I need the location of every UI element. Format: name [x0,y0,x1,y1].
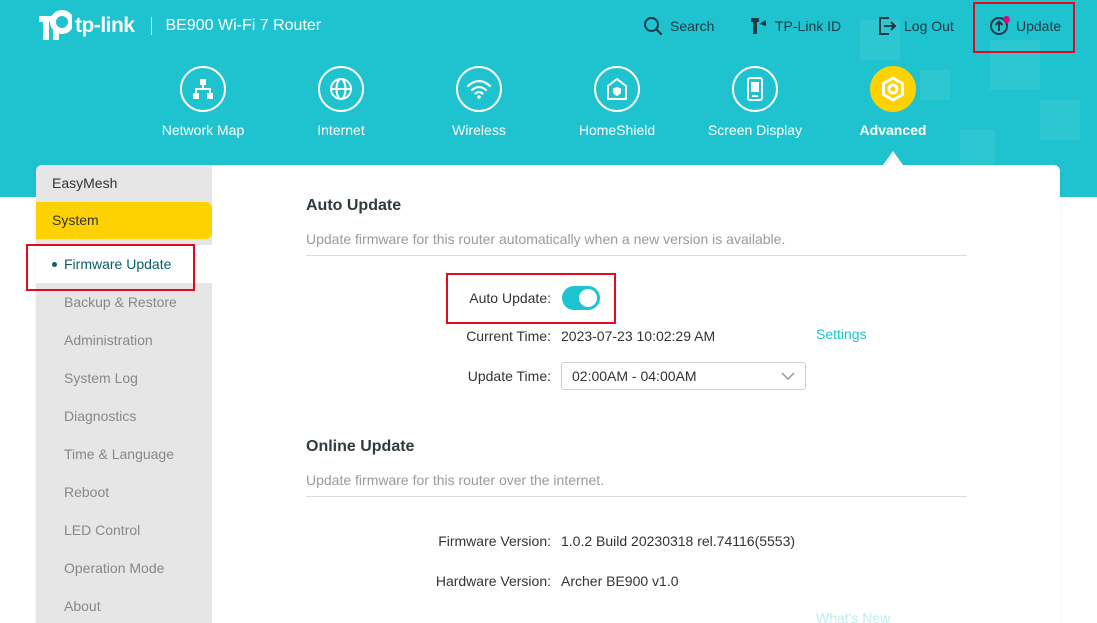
nav-internet[interactable]: Internet [276,66,406,138]
globe-icon [330,78,352,100]
nav-circle [456,66,502,112]
tplink-id-icon [751,18,766,34]
auto-update-description: Update firmware for this router automati… [306,231,967,256]
logo-wordmark: tp-link [75,14,135,37]
wifi-icon [466,79,492,99]
current-time-label: Current Time: [466,328,551,344]
active-nav-pointer [883,151,903,165]
main-panel: EasyMesh System Firmware Update Backup &… [36,165,1060,623]
logout-icon [879,17,897,35]
nav-circle [318,66,364,112]
nav-network-map[interactable]: Network Map [138,66,268,138]
sidebar-item-operation-mode[interactable]: Operation Mode [36,549,212,587]
nav-circle [180,66,226,112]
content-area: Auto Update Update firmware for this rou… [212,165,1060,623]
brand-divider [150,17,152,35]
nav-label: Advanced [859,122,927,138]
nav-label: Internet [317,122,365,138]
nav-screen-display[interactable]: Screen Display [690,66,820,138]
nav-circle [732,66,778,112]
hardware-version-label: Hardware Version: [435,573,551,589]
firmware-version-label: Firmware Version: [438,533,551,549]
sidebar-item-about[interactable]: About [36,587,212,623]
highlight-box-auto-update [446,273,616,324]
sidebar-item-system-log[interactable]: System Log [36,359,212,397]
screen-display-icon [747,77,763,101]
tplink-id-label: TP-Link ID [775,18,842,34]
search-button[interactable]: Search [643,14,714,38]
nav-label: Network Map [161,122,245,138]
sidebar-group-easymesh[interactable]: EasyMesh [36,165,212,202]
nav-label: HomeShield [578,122,656,138]
sidebar-item-diagnostics[interactable]: Diagnostics [36,397,212,435]
brand[interactable]: tp-link BE900 Wi-Fi 7 Router [36,8,321,44]
tplink-id-button[interactable]: TP-Link ID [749,14,841,38]
homeshield-icon [607,78,627,100]
nav-circle [594,66,640,112]
sidebar-group-system[interactable]: System [36,202,212,239]
router-model: BE900 Wi-Fi 7 Router [165,17,322,34]
logout-label: Log Out [904,18,954,34]
logout-button[interactable]: Log Out [877,14,954,38]
firmware-version-value: 1.0.2 Build 20230318 rel.74116(5553) [561,533,796,549]
network-map-icon [193,79,213,99]
chevron-down-icon [781,372,795,380]
banner-decoration [1040,100,1080,140]
current-time-value: 2023-07-23 10:02:29 AM [561,328,716,344]
sidebar-item-administration[interactable]: Administration [36,321,212,359]
online-update-description: Update firmware for this router over the… [306,472,967,497]
auto-update-title: Auto Update [306,197,402,214]
search-icon [644,17,663,36]
online-update-title: Online Update [306,438,415,455]
settings-link[interactable]: Settings [816,326,867,342]
nav-homeshield[interactable]: HomeShield [552,66,682,138]
sidebar: EasyMesh System Firmware Update Backup &… [36,165,212,623]
tplink-logo-icon [39,10,72,40]
banner-decoration [960,130,995,165]
nav-circle-active [870,66,916,112]
nav-label: Wireless [452,122,506,138]
scroll-fade [212,613,1060,623]
sidebar-item-led-control[interactable]: LED Control [36,511,212,549]
hardware-version-value: Archer BE900 v1.0 [561,573,679,589]
sidebar-item-reboot[interactable]: Reboot [36,473,212,511]
search-label: Search [670,18,715,34]
update-time-select[interactable]: 02:00AM - 04:00AM [561,362,806,390]
update-time-label: Update Time: [467,368,551,384]
sidebar-item-time-language[interactable]: Time & Language [36,435,212,473]
highlight-box-update [973,2,1075,53]
highlight-box-firmware-update [26,244,195,291]
nav-label: Screen Display [707,122,803,138]
advanced-gear-icon [882,76,904,102]
nav-advanced[interactable]: Advanced [828,66,958,138]
nav-wireless[interactable]: Wireless [414,66,544,138]
update-time-value: 02:00AM - 04:00AM [572,368,697,384]
